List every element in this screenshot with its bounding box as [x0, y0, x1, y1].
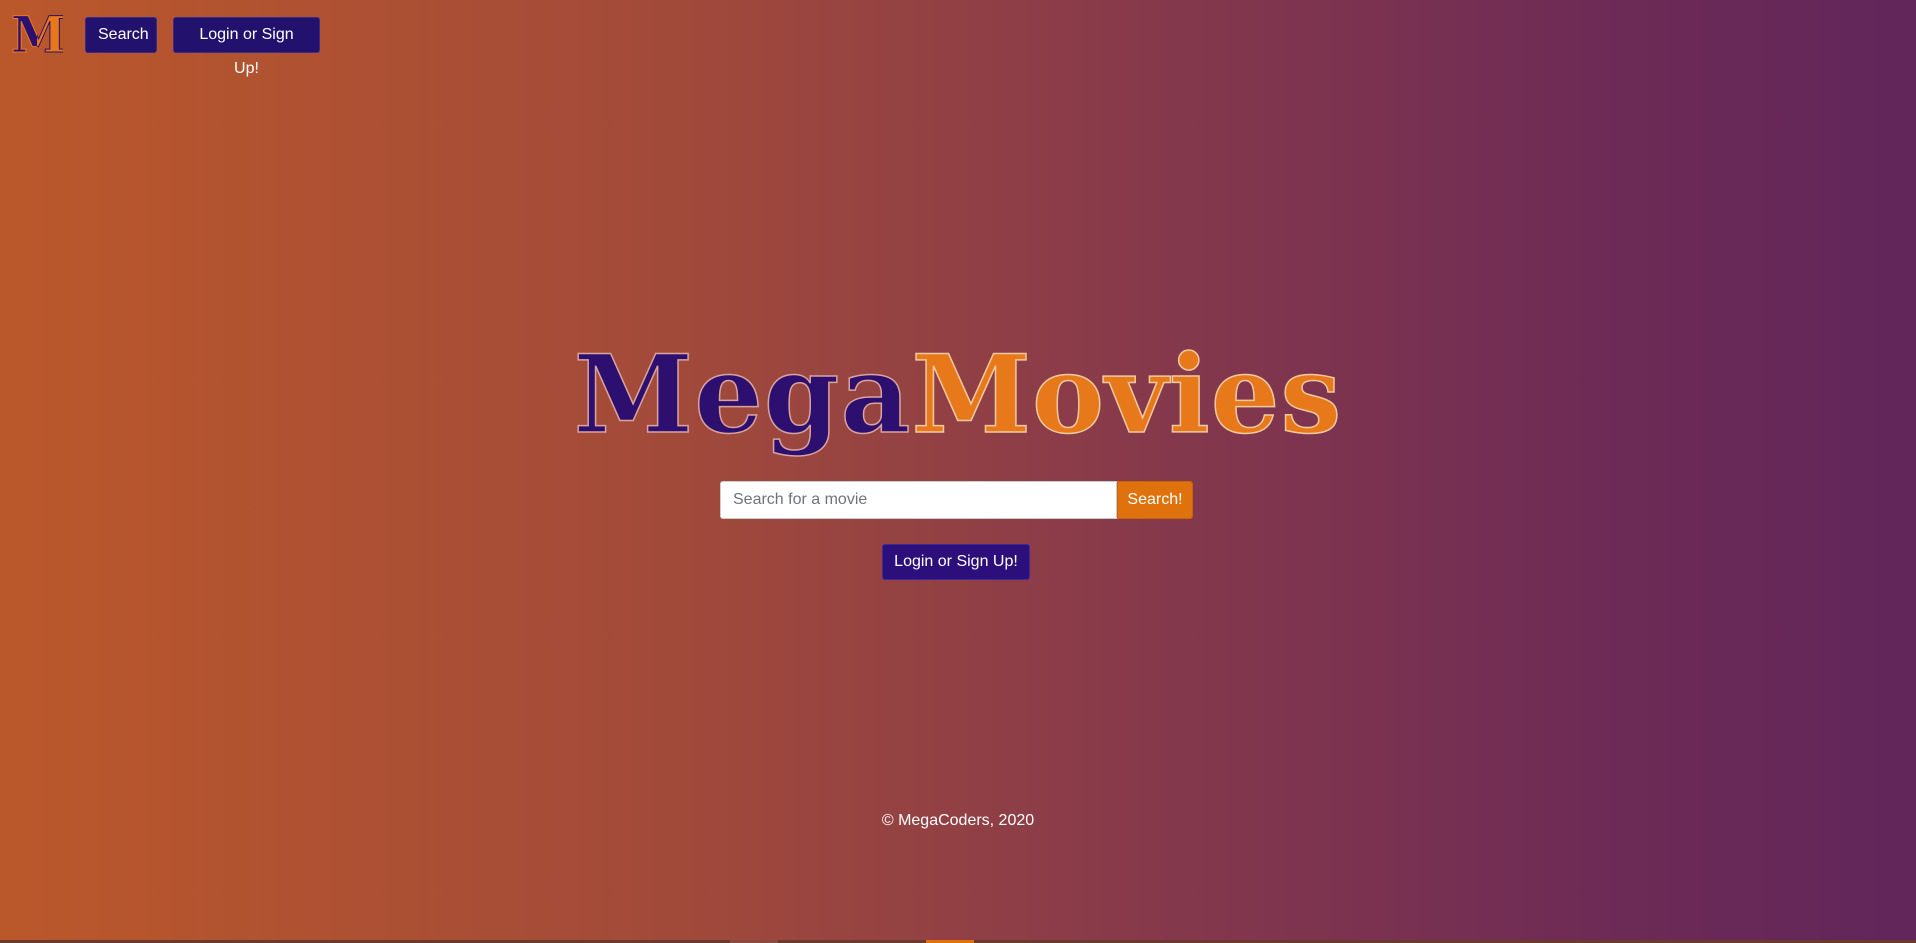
top-navbar: M M Search Login or Sign Up! [0, 0, 1916, 77]
hero-title: MegaMovies [0, 330, 1916, 460]
nav-search-button[interactable]: Search [85, 17, 157, 53]
movie-search-submit-button[interactable]: Search! [1117, 481, 1193, 519]
movie-search-form: Search! [720, 481, 1193, 519]
hero-title-movies: Movies [911, 331, 1343, 459]
brand-logo[interactable]: M M [11, 12, 63, 58]
movie-search-input[interactable] [720, 481, 1117, 519]
hero-title-mega: Mega [573, 331, 912, 459]
footer-copyright: © MegaCoders, 2020 [881, 812, 1035, 829]
nav-login-button[interactable]: Login or Sign Up! [173, 17, 320, 77]
hero-login-button[interactable]: Login or Sign Up! [882, 544, 1030, 580]
